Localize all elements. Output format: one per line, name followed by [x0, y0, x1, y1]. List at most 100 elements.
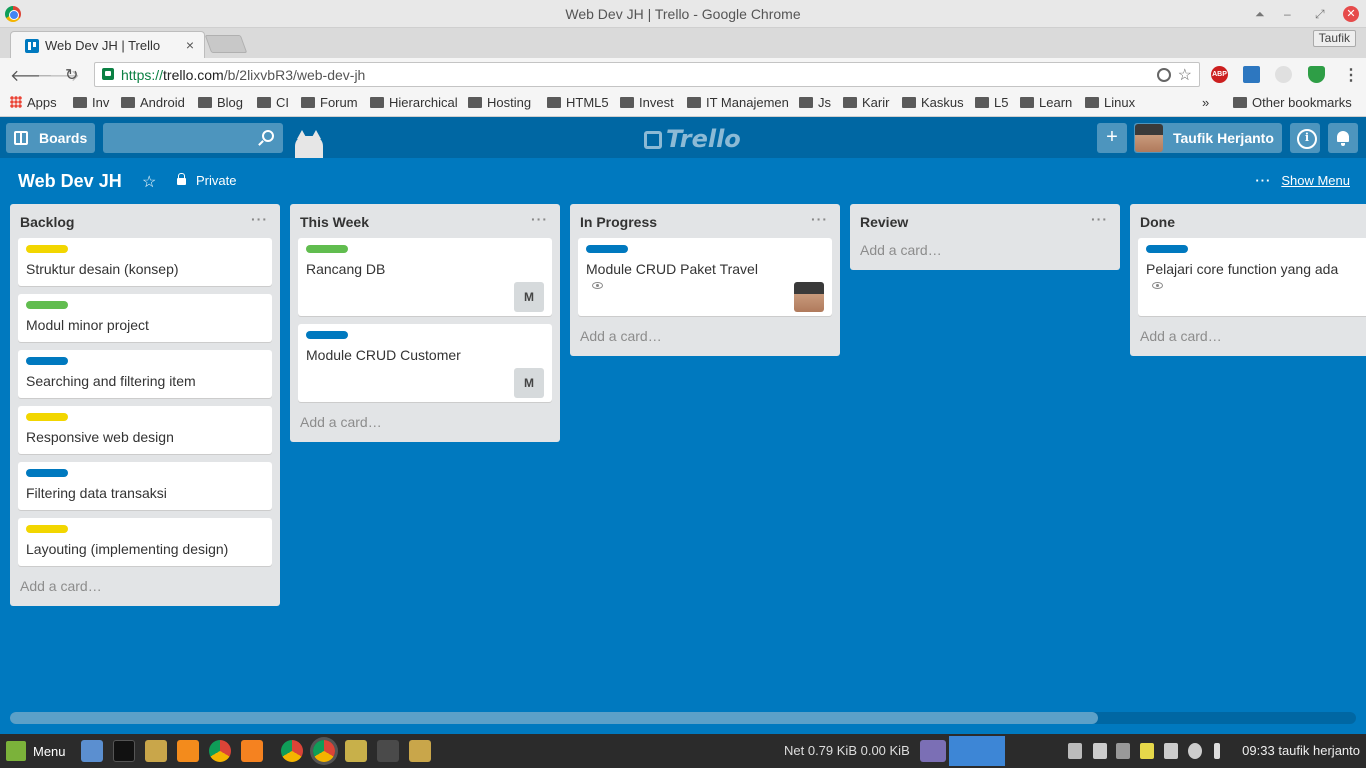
card[interactable]: Rancang DB M [298, 238, 552, 316]
list-menu-icon[interactable]: ··· [251, 211, 268, 227]
bookmarks-overflow-chevron[interactable]: » [1202, 95, 1209, 110]
terminal-icon[interactable] [113, 740, 135, 762]
info-icon[interactable] [1290, 123, 1320, 153]
sublime-window-icon[interactable] [377, 740, 399, 762]
card[interactable]: Module CRUD Customer M [298, 324, 552, 402]
bookmark-folder[interactable]: IT Manajemen [687, 95, 789, 110]
list-title[interactable]: Backlog [20, 214, 74, 230]
chrome-launcher-icon[interactable] [209, 740, 231, 762]
card[interactable]: Layouting (implementing design) [18, 518, 272, 566]
add-card-link[interactable]: Add a card… [10, 574, 280, 606]
settings-gear-icon[interactable] [1188, 743, 1202, 759]
window-maximize-icon[interactable]: ⤢ [1315, 7, 1325, 21]
notes-icon[interactable] [345, 740, 367, 762]
trello-search-input[interactable] [103, 123, 283, 153]
list-title[interactable]: Review [860, 214, 908, 230]
add-card-link[interactable]: Add a card… [1130, 324, 1366, 356]
workspace-1-icon[interactable] [920, 740, 946, 762]
board-horizontal-scrollbar[interactable] [10, 712, 1356, 724]
member-menu-button[interactable]: Taufik Herjanto [1134, 123, 1282, 153]
card[interactable]: Filtering data transaksi [18, 462, 272, 510]
clipboard-icon[interactable] [1093, 743, 1107, 759]
card-member-badge[interactable]: M [514, 282, 544, 312]
bookmark-folder[interactable]: L5 [975, 95, 1008, 110]
screenshot-app-icon[interactable] [81, 740, 103, 762]
bookmark-folder[interactable]: Kaskus [902, 95, 964, 110]
volume-icon[interactable] [1164, 743, 1178, 759]
blocked-content-icon[interactable] [1157, 68, 1171, 82]
add-card-link[interactable]: Add a card… [850, 238, 1120, 270]
bookmark-folder[interactable]: Inv [73, 95, 109, 110]
bookmark-folder[interactable]: Learn [1020, 95, 1072, 110]
workspace-2-active[interactable] [949, 736, 1005, 766]
board-title[interactable]: Web Dev JH [18, 171, 122, 192]
show-menu-link[interactable]: ··· Show Menu [1255, 173, 1350, 188]
taco-mascot-icon[interactable] [295, 130, 323, 158]
extension-s-icon[interactable] [1243, 66, 1260, 83]
extension-gray-icon[interactable] [1275, 66, 1292, 83]
window-shade-icon[interactable]: ⏶ [1255, 7, 1265, 21]
adblock-icon[interactable]: ABP [1211, 66, 1228, 83]
bookmark-folder[interactable]: Hosting [468, 95, 531, 110]
list-menu-icon[interactable]: ··· [811, 211, 828, 227]
bookmark-folder[interactable]: CI [257, 95, 289, 110]
card[interactable]: Struktur desain (konsep) [18, 238, 272, 286]
list-title[interactable]: Done [1140, 214, 1175, 230]
bookmark-folder[interactable]: Karir [843, 95, 889, 110]
secure-lock-icon [102, 68, 114, 80]
bookmark-folder[interactable]: Forum [301, 95, 358, 110]
list-title[interactable]: In Progress [580, 214, 657, 230]
chrome-window-icon[interactable] [281, 740, 303, 762]
new-tab-button[interactable] [204, 35, 248, 53]
add-card-link[interactable]: Add a card… [290, 410, 560, 442]
scrollbar-thumb[interactable] [10, 712, 1098, 724]
bookmark-folder[interactable]: Hierarchical [370, 95, 458, 110]
address-bar[interactable]: https://trello.com/b/2lixvbR3/web-dev-jh… [94, 62, 1200, 87]
notifications-bell-icon[interactable] [1328, 123, 1358, 153]
xampp-icon[interactable] [241, 740, 263, 762]
bookmark-folder[interactable]: Invest [620, 95, 674, 110]
card[interactable]: Module CRUD Paket Travel [578, 238, 832, 316]
add-button[interactable]: + [1097, 123, 1127, 153]
card-member-avatar[interactable] [794, 282, 824, 312]
bookmark-other[interactable]: Other bookmarks [1233, 95, 1352, 110]
bookmark-star-icon[interactable]: ☆ [1178, 65, 1192, 85]
list-menu-icon[interactable]: ··· [531, 211, 548, 227]
profile-button[interactable]: Taufik [1312, 30, 1356, 47]
bookmark-apps[interactable]: Apps [10, 95, 57, 110]
card[interactable]: Pelajari core function yang ada [1138, 238, 1366, 316]
signal-icon[interactable] [1116, 743, 1130, 759]
files-window-icon[interactable] [409, 740, 431, 762]
extension-shield-icon[interactable] [1308, 66, 1325, 83]
chrome-window-active-icon[interactable] [313, 740, 335, 762]
chrome-menu-icon[interactable]: ⋮ [1343, 65, 1359, 85]
card-member-badge[interactable]: M [514, 368, 544, 398]
board-visibility-button[interactable]: Private [177, 173, 236, 188]
start-menu-button[interactable]: Menu [6, 741, 66, 761]
bookmark-folder[interactable]: Blog [198, 95, 243, 110]
boards-button[interactable]: Boards [6, 123, 95, 153]
sublime-icon[interactable] [177, 740, 199, 762]
reload-icon[interactable]: ↻ [65, 65, 78, 85]
trello-logo[interactable]: Trello [644, 125, 741, 153]
dropbox-icon[interactable] [1068, 743, 1082, 759]
search-icon[interactable] [262, 130, 274, 142]
browser-tab[interactable]: Web Dev JH | Trello × [10, 31, 205, 58]
bookmark-folder[interactable]: Js [799, 95, 831, 110]
card[interactable]: Responsive web design [18, 406, 272, 454]
board-star-icon[interactable]: ☆ [142, 172, 156, 192]
bookmark-folder[interactable]: Linux [1085, 95, 1135, 110]
sticky-notes-icon[interactable] [1140, 743, 1154, 759]
bookmark-folder[interactable]: Android [121, 95, 185, 110]
card[interactable]: Modul minor project [18, 294, 272, 342]
clock[interactable]: 09:33 taufik herjanto [1242, 743, 1360, 758]
files-folder-icon[interactable] [145, 740, 167, 762]
window-close-icon[interactable]: ✕ [1343, 6, 1359, 22]
bookmark-folder[interactable]: HTML5 [547, 95, 609, 110]
tab-close-icon[interactable]: × [186, 37, 194, 53]
list-title[interactable]: This Week [300, 214, 369, 230]
card[interactable]: Searching and filtering item [18, 350, 272, 398]
add-card-link[interactable]: Add a card… [570, 324, 840, 356]
window-minimize-icon[interactable]: – [1284, 7, 1291, 21]
list-menu-icon[interactable]: ··· [1091, 211, 1108, 227]
